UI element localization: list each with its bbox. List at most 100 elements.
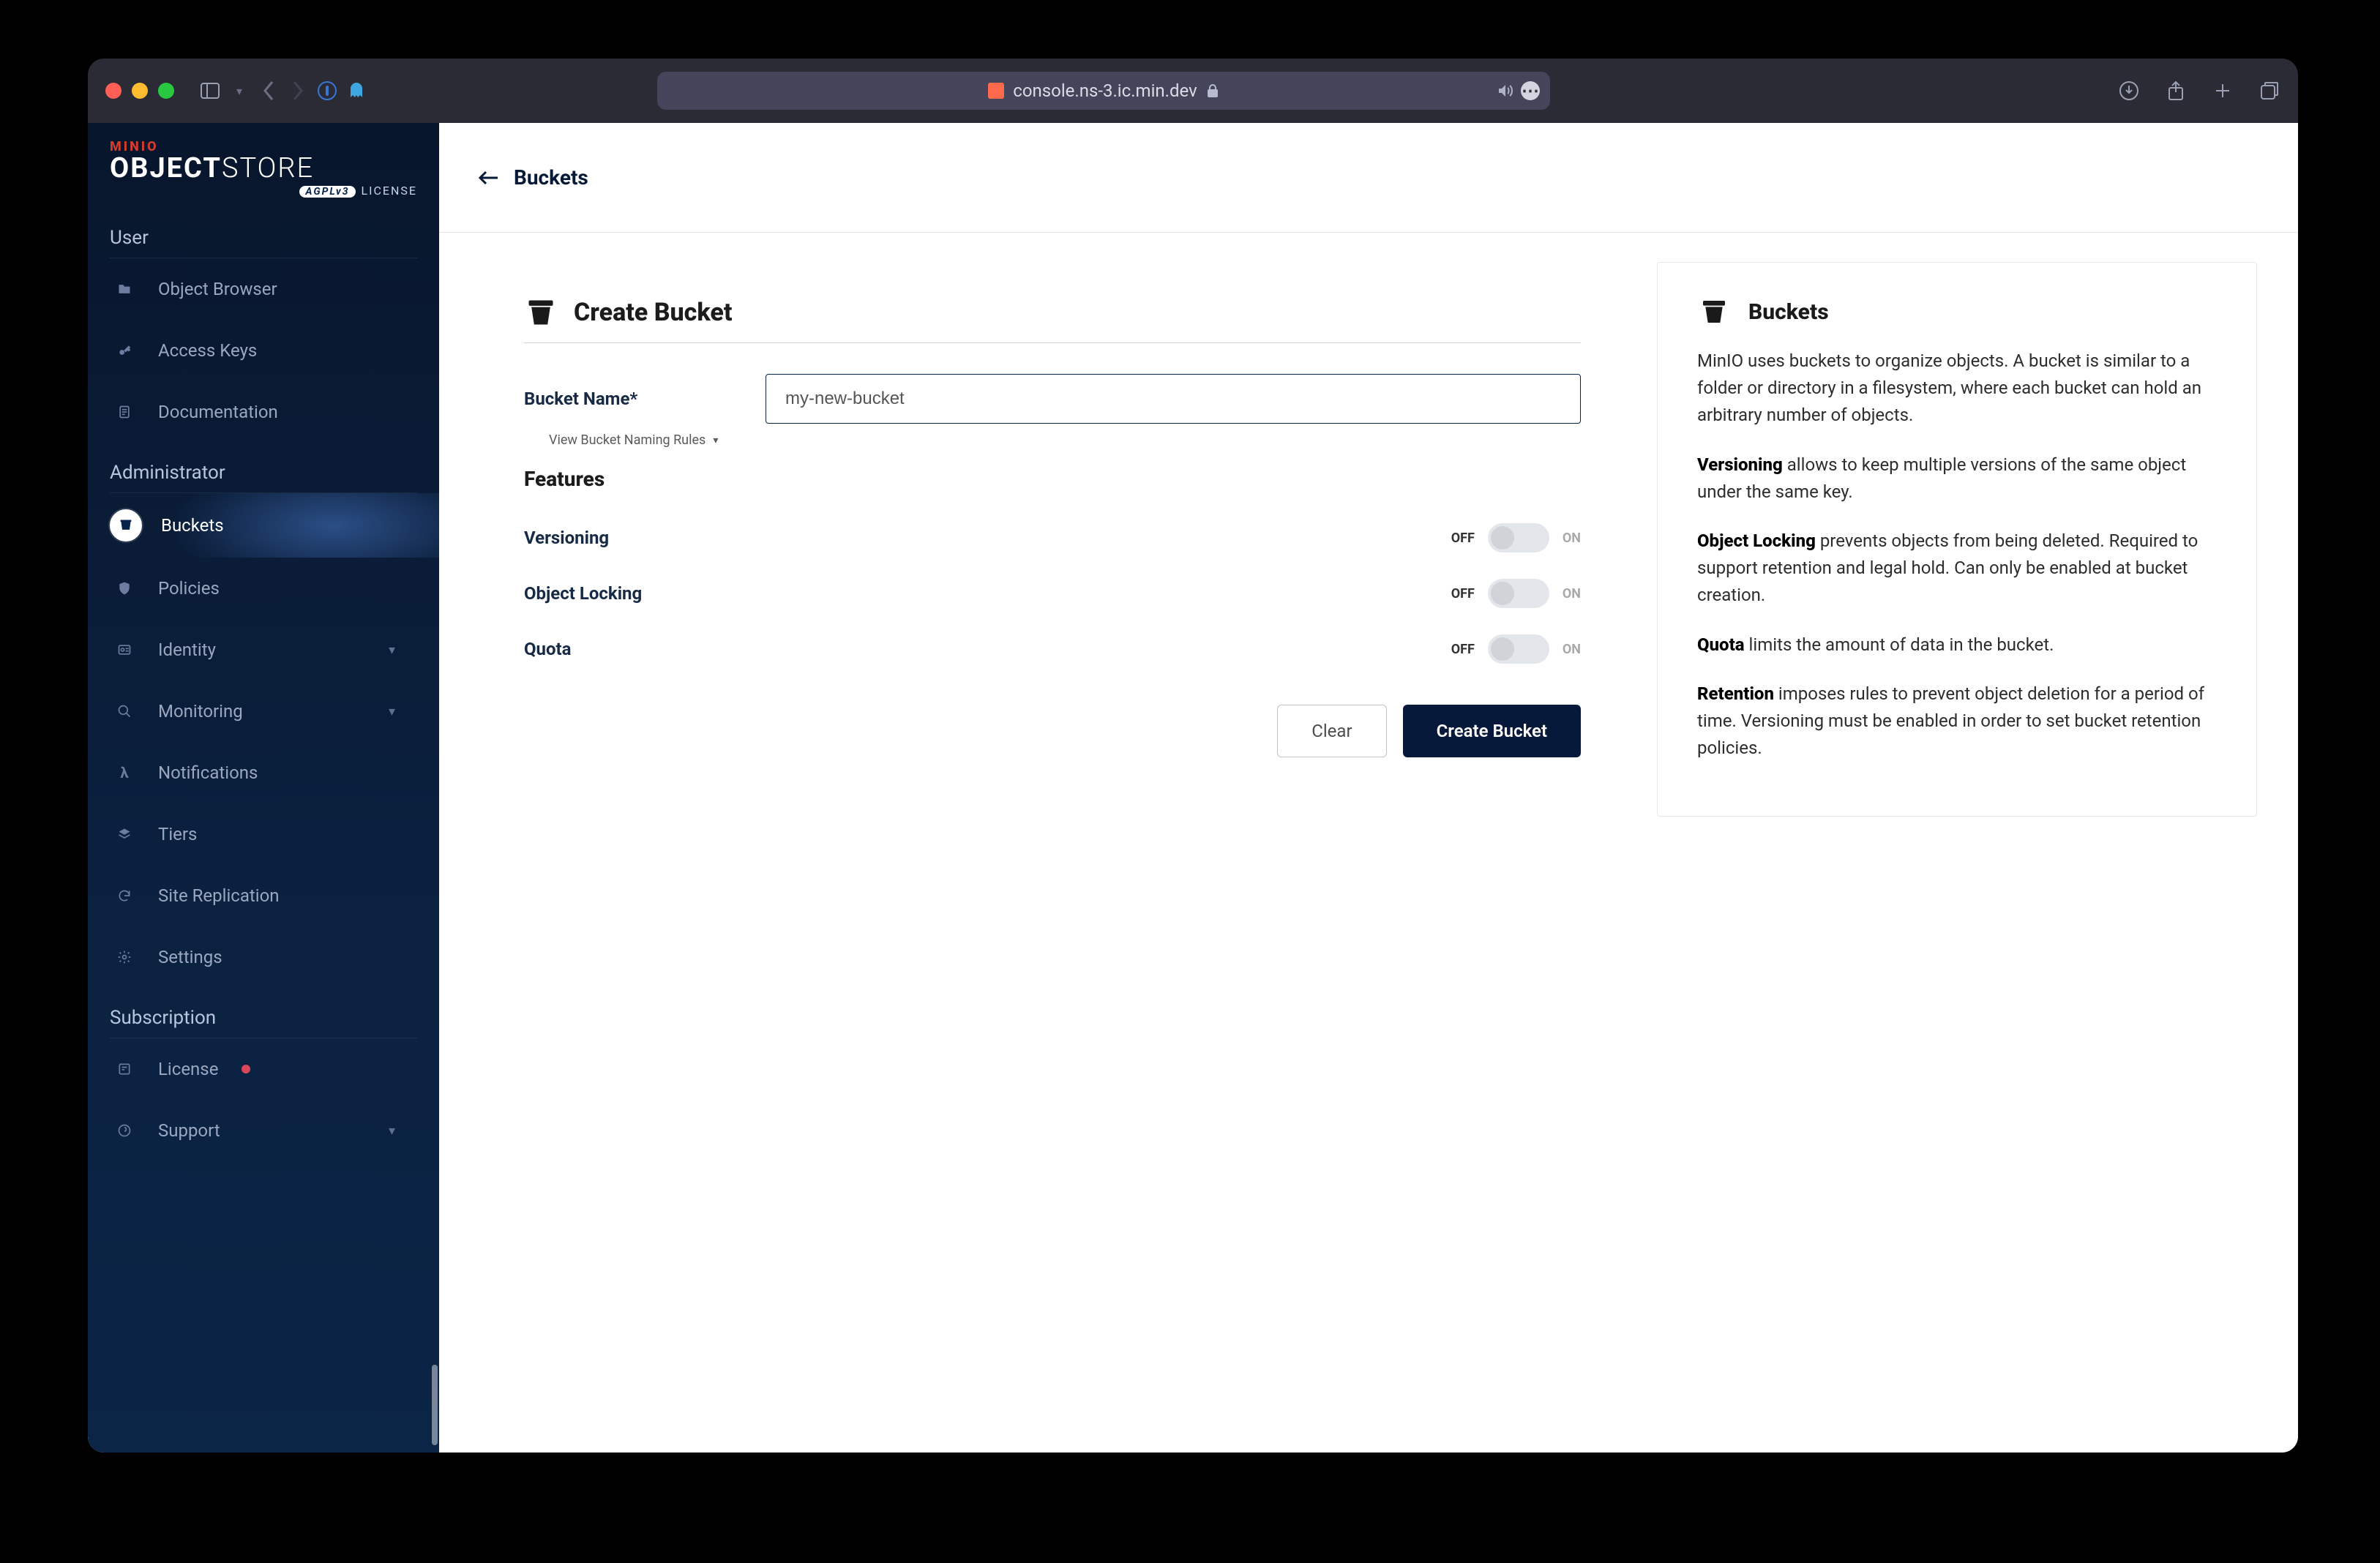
- feature-versioning: Versioning OFF ON: [524, 510, 1581, 566]
- logo-product: OBJECTSTORE: [110, 154, 417, 182]
- sidebar-item-label: License: [158, 1059, 218, 1079]
- sidebar-item-label: Support: [158, 1120, 220, 1141]
- chevron-down-icon: ▾: [713, 435, 718, 446]
- key-icon: [110, 336, 139, 365]
- toggle-switch[interactable]: [1488, 579, 1549, 608]
- minimize-window-icon[interactable]: [132, 83, 148, 99]
- sidebar-item-label: Tiers: [158, 824, 197, 844]
- sidebar-item-buckets[interactable]: Buckets: [88, 493, 439, 558]
- bucket-icon: [1697, 295, 1731, 329]
- breadcrumb-title[interactable]: Buckets: [514, 165, 588, 190]
- sidebar-item-label: Access Keys: [158, 340, 257, 361]
- view-naming-rules-link[interactable]: View Bucket Naming Rules ▾: [549, 432, 1581, 448]
- page-title: Create Bucket: [574, 298, 732, 327]
- url-text: console.ns-3.ic.min.dev: [1013, 80, 1197, 101]
- features-heading: Features: [524, 467, 1581, 491]
- id-icon: [110, 635, 139, 664]
- new-tab-icon[interactable]: [2212, 80, 2234, 102]
- chevron-down-icon: ▾: [389, 642, 395, 658]
- sidebar-item-label: Documentation: [158, 402, 278, 422]
- notification-dot-icon: [242, 1065, 250, 1073]
- back-arrow-icon[interactable]: [479, 170, 499, 185]
- sidebar-item-label: Identity: [158, 640, 216, 660]
- share-icon[interactable]: [2165, 80, 2187, 102]
- forward-button-icon[interactable]: [287, 80, 309, 102]
- logo-license: AGPLv3LICENSE: [110, 184, 417, 198]
- sidebar-item-label: Buckets: [161, 515, 224, 536]
- object-locking-toggle[interactable]: OFF ON: [1451, 579, 1581, 608]
- shield-icon: [110, 574, 139, 603]
- sidebar-item-label: Settings: [158, 947, 222, 967]
- info-paragraph: Object Locking prevents objects from bei…: [1697, 528, 2217, 610]
- maximize-window-icon[interactable]: [158, 83, 174, 99]
- back-button-icon[interactable]: [258, 80, 280, 102]
- browser-toolbar: ▾ console.ns-3.ic.min.dev: [88, 59, 2298, 123]
- page-body: Create Bucket Bucket Name* View Bucket N…: [439, 233, 2298, 846]
- sidebar-item-tiers[interactable]: Tiers: [88, 803, 439, 865]
- sidebar-item-access-keys[interactable]: Access Keys: [88, 320, 439, 381]
- sidebar-item-documentation[interactable]: Documentation: [88, 381, 439, 443]
- create-bucket-button[interactable]: Create Bucket: [1403, 705, 1581, 757]
- info-paragraph: Versioning allows to keep multiple versi…: [1697, 451, 2217, 506]
- site-favicon-icon: [988, 83, 1004, 99]
- layers-icon: [110, 820, 139, 849]
- info-paragraph: MinIO uses buckets to organize objects. …: [1697, 348, 2217, 430]
- gear-icon: [110, 942, 139, 972]
- sidebar-item-object-browser[interactable]: Object Browser: [88, 258, 439, 320]
- tabs-overview-icon[interactable]: [2259, 80, 2280, 102]
- downloads-icon[interactable]: [2118, 80, 2140, 102]
- toolbar-left-group: ▾: [199, 80, 367, 102]
- versioning-toggle[interactable]: OFF ON: [1451, 523, 1581, 552]
- sidebar-toggle-icon[interactable]: [199, 80, 221, 102]
- sidebar-item-label: Monitoring: [158, 701, 243, 721]
- sidebar-item-label: Notifications: [158, 762, 258, 783]
- quota-toggle[interactable]: OFF ON: [1451, 634, 1581, 664]
- lambda-icon: λ: [110, 758, 139, 787]
- sidebar-item-support[interactable]: Support ▾: [88, 1100, 439, 1161]
- info-panel: Buckets MinIO uses buckets to organize o…: [1657, 262, 2257, 817]
- sidebar-item-site-replication[interactable]: Site Replication: [88, 865, 439, 926]
- lock-icon: [1206, 83, 1219, 98]
- form-actions: Clear Create Bucket: [524, 705, 1581, 757]
- extension-ghost-icon[interactable]: [345, 80, 367, 102]
- sidebar-item-policies[interactable]: Policies: [88, 558, 439, 619]
- chevron-down-icon: ▾: [389, 1123, 395, 1139]
- tab-group-chevron-icon[interactable]: ▾: [228, 80, 250, 102]
- sidebar-item-monitoring[interactable]: Monitoring ▾: [88, 681, 439, 742]
- sidebar-section-subscription: Subscription: [110, 988, 417, 1038]
- chevron-down-icon: ▾: [389, 704, 395, 719]
- bucket-name-input[interactable]: [766, 374, 1581, 424]
- close-window-icon[interactable]: [105, 83, 121, 99]
- license-icon: [110, 1054, 139, 1084]
- sidebar-section-administrator: Administrator: [110, 443, 417, 493]
- sidebar-item-license[interactable]: License: [88, 1038, 439, 1100]
- sidebar-item-settings[interactable]: Settings: [88, 926, 439, 988]
- main-area: Buckets Create Bucket Bucket Name*: [439, 123, 2298, 1453]
- sync-icon: [110, 881, 139, 910]
- toggle-switch[interactable]: [1488, 523, 1549, 552]
- sidebar-scrollbar[interactable]: [432, 1365, 438, 1445]
- sidebar: MINIO OBJECTSTORE AGPLv3LICENSE User Obj…: [88, 123, 439, 1453]
- reader-menu-icon[interactable]: ⋯: [1521, 81, 1540, 100]
- support-icon: [110, 1116, 139, 1145]
- url-bar[interactable]: console.ns-3.ic.min.dev ⋯: [657, 72, 1550, 110]
- folder-icon: [110, 274, 139, 304]
- info-paragraph: Quota limits the amount of data in the b…: [1697, 631, 2217, 659]
- bucket-name-label: Bucket Name*: [524, 389, 736, 409]
- extension-1password-icon[interactable]: [316, 80, 338, 102]
- create-bucket-card: Create Bucket Bucket Name* View Bucket N…: [480, 262, 1625, 817]
- logo: MINIO OBJECTSTORE AGPLv3LICENSE: [88, 132, 439, 208]
- sidebar-item-label: Policies: [158, 578, 220, 599]
- toggle-switch[interactable]: [1488, 634, 1549, 664]
- sidebar-item-identity[interactable]: Identity ▾: [88, 619, 439, 681]
- mute-icon[interactable]: [1497, 83, 1513, 98]
- bucket-icon: [110, 509, 142, 541]
- toolbar-right-group: [2118, 80, 2280, 102]
- doc-icon: [110, 397, 139, 427]
- clear-button[interactable]: Clear: [1277, 705, 1386, 757]
- sidebar-section-user: User: [110, 208, 417, 258]
- sidebar-item-label: Site Replication: [158, 885, 280, 906]
- feature-quota: Quota OFF ON: [524, 621, 1581, 677]
- window-controls: [105, 83, 174, 99]
- sidebar-item-notifications[interactable]: λ Notifications: [88, 742, 439, 803]
